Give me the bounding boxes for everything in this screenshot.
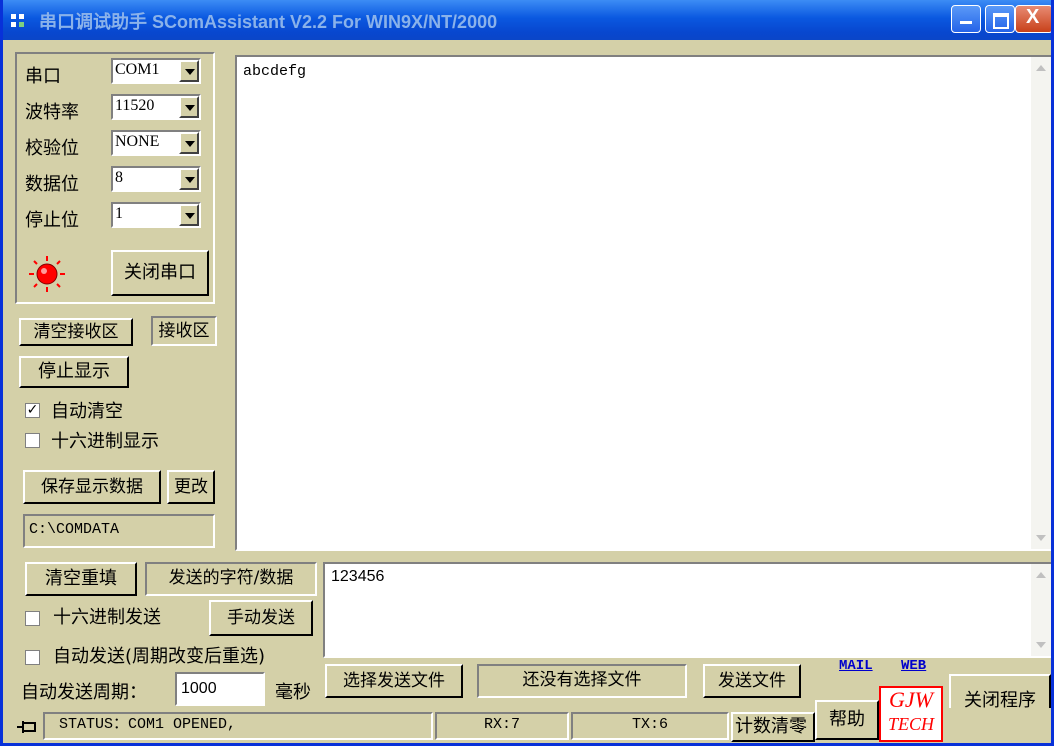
clear-refill-button[interactable]: 清空重填 xyxy=(25,562,137,596)
chevron-down-icon[interactable] xyxy=(179,204,199,226)
stopbits-select[interactable]: 1 xyxy=(111,202,201,228)
databits-label: 数据位 xyxy=(25,174,79,195)
minimize-button[interactable] xyxy=(951,5,981,33)
logo-line1: GJW xyxy=(889,687,933,712)
port-label: 串口 xyxy=(25,66,61,87)
manual-send-button[interactable]: 手动发送 xyxy=(209,600,313,636)
logo: GJW TECH xyxy=(879,686,943,742)
help-button[interactable]: 帮助 xyxy=(815,700,879,740)
window-title: 串口调试助手 SComAssistant V2.2 For WIN9X/NT/2… xyxy=(39,12,498,32)
receive-text: abcdefg xyxy=(243,63,307,80)
select-file-button[interactable]: 选择发送文件 xyxy=(325,664,463,698)
close-port-button[interactable]: 关闭串口 xyxy=(111,250,209,296)
mail-link[interactable]: MAIL xyxy=(839,658,873,674)
close-window-button[interactable]: X xyxy=(1015,5,1051,33)
port-value: COM1 xyxy=(115,61,160,78)
rx-counter: RX:7 xyxy=(435,712,569,740)
port-status-led-icon xyxy=(29,256,65,292)
port-select[interactable]: COM1 xyxy=(111,58,201,84)
hex-display-label: 十六进制显示 xyxy=(51,431,159,452)
auto-clear-checkbox[interactable]: ✓ xyxy=(25,403,40,418)
auto-send-checkbox[interactable] xyxy=(25,650,40,665)
maximize-button[interactable] xyxy=(985,5,1015,33)
baud-label: 波特率 xyxy=(25,102,79,123)
chevron-down-icon[interactable] xyxy=(179,168,199,190)
save-path-display: C:\COMDATA xyxy=(23,514,215,548)
chevron-down-icon[interactable] xyxy=(179,132,199,154)
maximize-icon xyxy=(993,13,1009,29)
app-window: 串口调试助手 SComAssistant V2.2 For WIN9X/NT/2… xyxy=(0,0,1054,746)
save-data-button[interactable]: 保存显示数据 xyxy=(23,470,161,504)
status-text: STATUS：COM1 OPENED, xyxy=(43,712,433,740)
baud-select[interactable]: 11520 xyxy=(111,94,201,120)
scroll-up-icon[interactable] xyxy=(1036,572,1046,578)
send-file-button[interactable]: 发送文件 xyxy=(703,664,801,698)
auto-clear-label: 自动清空 xyxy=(51,401,123,422)
tx-counter: TX:6 xyxy=(571,712,729,740)
app-icon xyxy=(11,12,29,28)
send-scrollbar[interactable] xyxy=(1031,564,1051,656)
chevron-down-icon[interactable] xyxy=(179,60,199,82)
title-bar[interactable]: 串口调试助手 SComAssistant V2.2 For WIN9X/NT/2… xyxy=(3,0,1051,40)
period-unit-label: 毫秒 xyxy=(275,682,311,703)
stopbits-value: 1 xyxy=(115,205,123,222)
period-label: 自动发送周期： xyxy=(21,682,147,703)
file-status-display: 还没有选择文件 xyxy=(477,664,687,698)
parity-value: NONE xyxy=(115,133,160,150)
logo-line2: TECH xyxy=(887,714,934,734)
stopbits-label: 停止位 xyxy=(25,210,79,231)
stop-display-button[interactable]: 停止显示 xyxy=(19,356,129,388)
web-link[interactable]: WEB xyxy=(901,658,926,674)
reset-count-button[interactable]: 计数清零 xyxy=(731,712,815,742)
pin-icon[interactable] xyxy=(17,720,39,734)
databits-select[interactable]: 8 xyxy=(111,166,201,192)
period-input[interactable]: 1000 xyxy=(175,672,265,706)
hex-display-checkbox[interactable] xyxy=(25,433,40,448)
scroll-up-icon[interactable] xyxy=(1036,65,1046,71)
databits-value: 8 xyxy=(115,169,123,186)
scroll-down-icon[interactable] xyxy=(1036,535,1046,541)
baud-value: 11520 xyxy=(115,97,155,114)
clear-receive-button[interactable]: 清空接收区 xyxy=(19,318,133,346)
checkmark-icon: ✓ xyxy=(26,402,39,418)
send-chars-label: 发送的字符/数据 xyxy=(145,562,317,596)
send-text: 123456 xyxy=(331,568,385,585)
minimize-icon xyxy=(960,21,972,24)
receive-area-label: 接收区 xyxy=(151,316,217,346)
receive-textarea[interactable]: abcdefg xyxy=(235,55,1051,551)
parity-select[interactable]: NONE xyxy=(111,130,201,156)
parity-label: 校验位 xyxy=(25,138,79,159)
change-path-button[interactable]: 更改 xyxy=(167,470,215,504)
scroll-down-icon[interactable] xyxy=(1036,642,1046,648)
auto-send-label: 自动发送(周期改变后重选) xyxy=(53,646,266,667)
chevron-down-icon[interactable] xyxy=(179,96,199,118)
hex-send-label: 十六进制发送 xyxy=(53,607,161,628)
send-textarea[interactable]: 123456 xyxy=(323,562,1051,658)
close-icon: X xyxy=(1026,6,1040,28)
hex-send-checkbox[interactable] xyxy=(25,611,40,626)
receive-scrollbar[interactable] xyxy=(1031,57,1051,549)
